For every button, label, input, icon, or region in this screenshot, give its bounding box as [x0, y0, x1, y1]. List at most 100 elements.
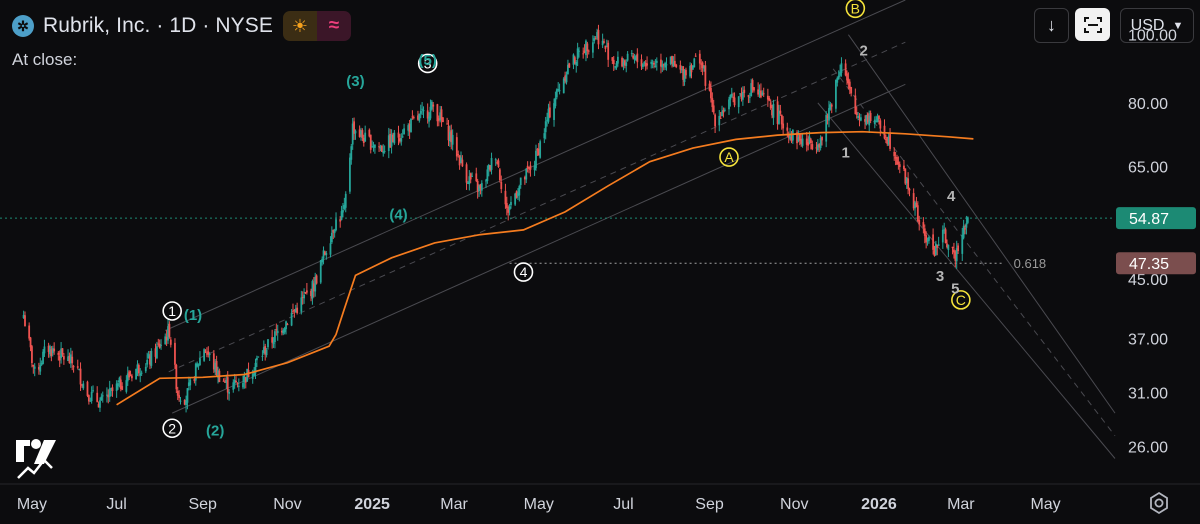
- candle-body: [403, 128, 405, 135]
- candle-body: [587, 50, 590, 52]
- candle-body: [780, 114, 783, 125]
- channel-midline: [168, 41, 906, 373]
- candle-body: [43, 346, 46, 354]
- candle-body: [893, 151, 896, 157]
- candle-body: [276, 330, 279, 334]
- candle-body: [178, 395, 181, 398]
- candle-body: [490, 158, 493, 170]
- candle-body: [830, 104, 833, 107]
- candle-body: [237, 385, 240, 387]
- candle-body: [617, 56, 619, 64]
- candle-body: [821, 136, 823, 141]
- candle-body: [412, 117, 415, 119]
- candle-body: [728, 99, 730, 110]
- candle-body: [199, 358, 201, 366]
- candle-body: [498, 169, 501, 181]
- candle-body: [693, 58, 696, 68]
- candle-body: [156, 346, 158, 359]
- candle-body: [121, 386, 124, 390]
- channel-line: [847, 34, 1116, 414]
- candle-body: [962, 225, 965, 238]
- frame-icon[interactable]: [1075, 8, 1110, 41]
- candle-body: [944, 229, 947, 244]
- candle-body: [568, 63, 571, 68]
- channel-line: [817, 102, 1116, 459]
- candle-body: [679, 65, 682, 70]
- candle-body: [150, 350, 153, 366]
- candle-body: [117, 383, 119, 387]
- candle-body: [748, 96, 751, 98]
- candle-body: [100, 396, 103, 401]
- candle-body: [442, 117, 444, 123]
- candle-body: [400, 138, 403, 142]
- candle-body: [636, 53, 639, 63]
- wave-label: 1: [168, 303, 176, 319]
- candle-body: [350, 146, 353, 160]
- candle-body: [186, 388, 189, 403]
- candle-body: [947, 244, 950, 251]
- symbol-title[interactable]: Rubrik, Inc. · 1D · NYSE: [43, 14, 273, 38]
- candle-body: [723, 109, 726, 111]
- candle-body: [957, 245, 959, 251]
- candle-body: [543, 133, 546, 139]
- candle-body: [446, 123, 449, 125]
- candle-body: [29, 337, 32, 348]
- candle-body: [928, 237, 930, 241]
- candle-body: [354, 130, 357, 134]
- x-tick-label: Nov: [780, 496, 808, 513]
- candle-body: [733, 97, 736, 106]
- candle-body: [233, 379, 236, 385]
- candle-body: [747, 95, 750, 97]
- candle-body: [575, 61, 578, 66]
- candle-body: [261, 355, 264, 357]
- candle-body: [519, 177, 522, 186]
- candle-body: [741, 92, 744, 100]
- candle-body: [286, 324, 289, 326]
- candle-body: [135, 368, 137, 380]
- candle-body: [743, 89, 746, 93]
- candle-body: [710, 88, 712, 99]
- candle-body: [504, 190, 507, 205]
- candle-body: [486, 169, 489, 182]
- candle-body: [125, 380, 128, 392]
- candle-body: [146, 359, 149, 365]
- currency-select[interactable]: USD ▼: [1120, 8, 1194, 43]
- currency-label: USD: [1130, 16, 1165, 34]
- candle-body: [71, 356, 74, 364]
- candle-body: [349, 157, 351, 192]
- candle-body: [300, 297, 303, 312]
- candle-body: [257, 356, 260, 358]
- candle-body: [923, 228, 926, 236]
- arrow-down-icon[interactable]: ↓: [1034, 8, 1069, 43]
- candle-body: [86, 381, 89, 396]
- moving-average-line: [116, 130, 974, 406]
- chevron-down-icon: ▼: [1172, 19, 1184, 32]
- x-tick-label: Sep: [695, 496, 724, 513]
- candle-body: [90, 391, 93, 402]
- candle-body: [361, 130, 364, 138]
- y-tick-label: 31.00: [1128, 386, 1168, 403]
- candle-body: [160, 344, 162, 346]
- symbol-header[interactable]: ✲ Rubrik, Inc. · 1D · NYSE ☀ ≈: [12, 10, 351, 42]
- wave-icon[interactable]: ≈: [316, 11, 351, 41]
- candle-body: [131, 375, 133, 379]
- candle-body: [380, 145, 383, 152]
- candle-body: [465, 164, 468, 183]
- y-tick-label: 80.00: [1128, 96, 1168, 113]
- candle-body: [878, 115, 880, 119]
- candle-body: [908, 188, 911, 191]
- candle-body: [654, 65, 657, 67]
- candle-body: [62, 356, 65, 360]
- sun-icon[interactable]: ☀: [282, 11, 317, 41]
- candle-body: [480, 183, 483, 191]
- candle-body: [612, 59, 615, 65]
- x-tick-label: May: [17, 496, 47, 513]
- candle-body: [228, 392, 231, 394]
- retracement-price-label: 47.35: [1129, 256, 1169, 273]
- candle-body: [242, 383, 244, 388]
- candle-body: [418, 113, 421, 121]
- price-chart[interactable]: 0.61812345(1)(2)(3)(4)(5)ABC1234526.0031…: [0, 0, 1200, 524]
- candle-body: [694, 55, 697, 57]
- candle-body: [108, 388, 111, 397]
- gear-icon[interactable]: [1147, 491, 1171, 515]
